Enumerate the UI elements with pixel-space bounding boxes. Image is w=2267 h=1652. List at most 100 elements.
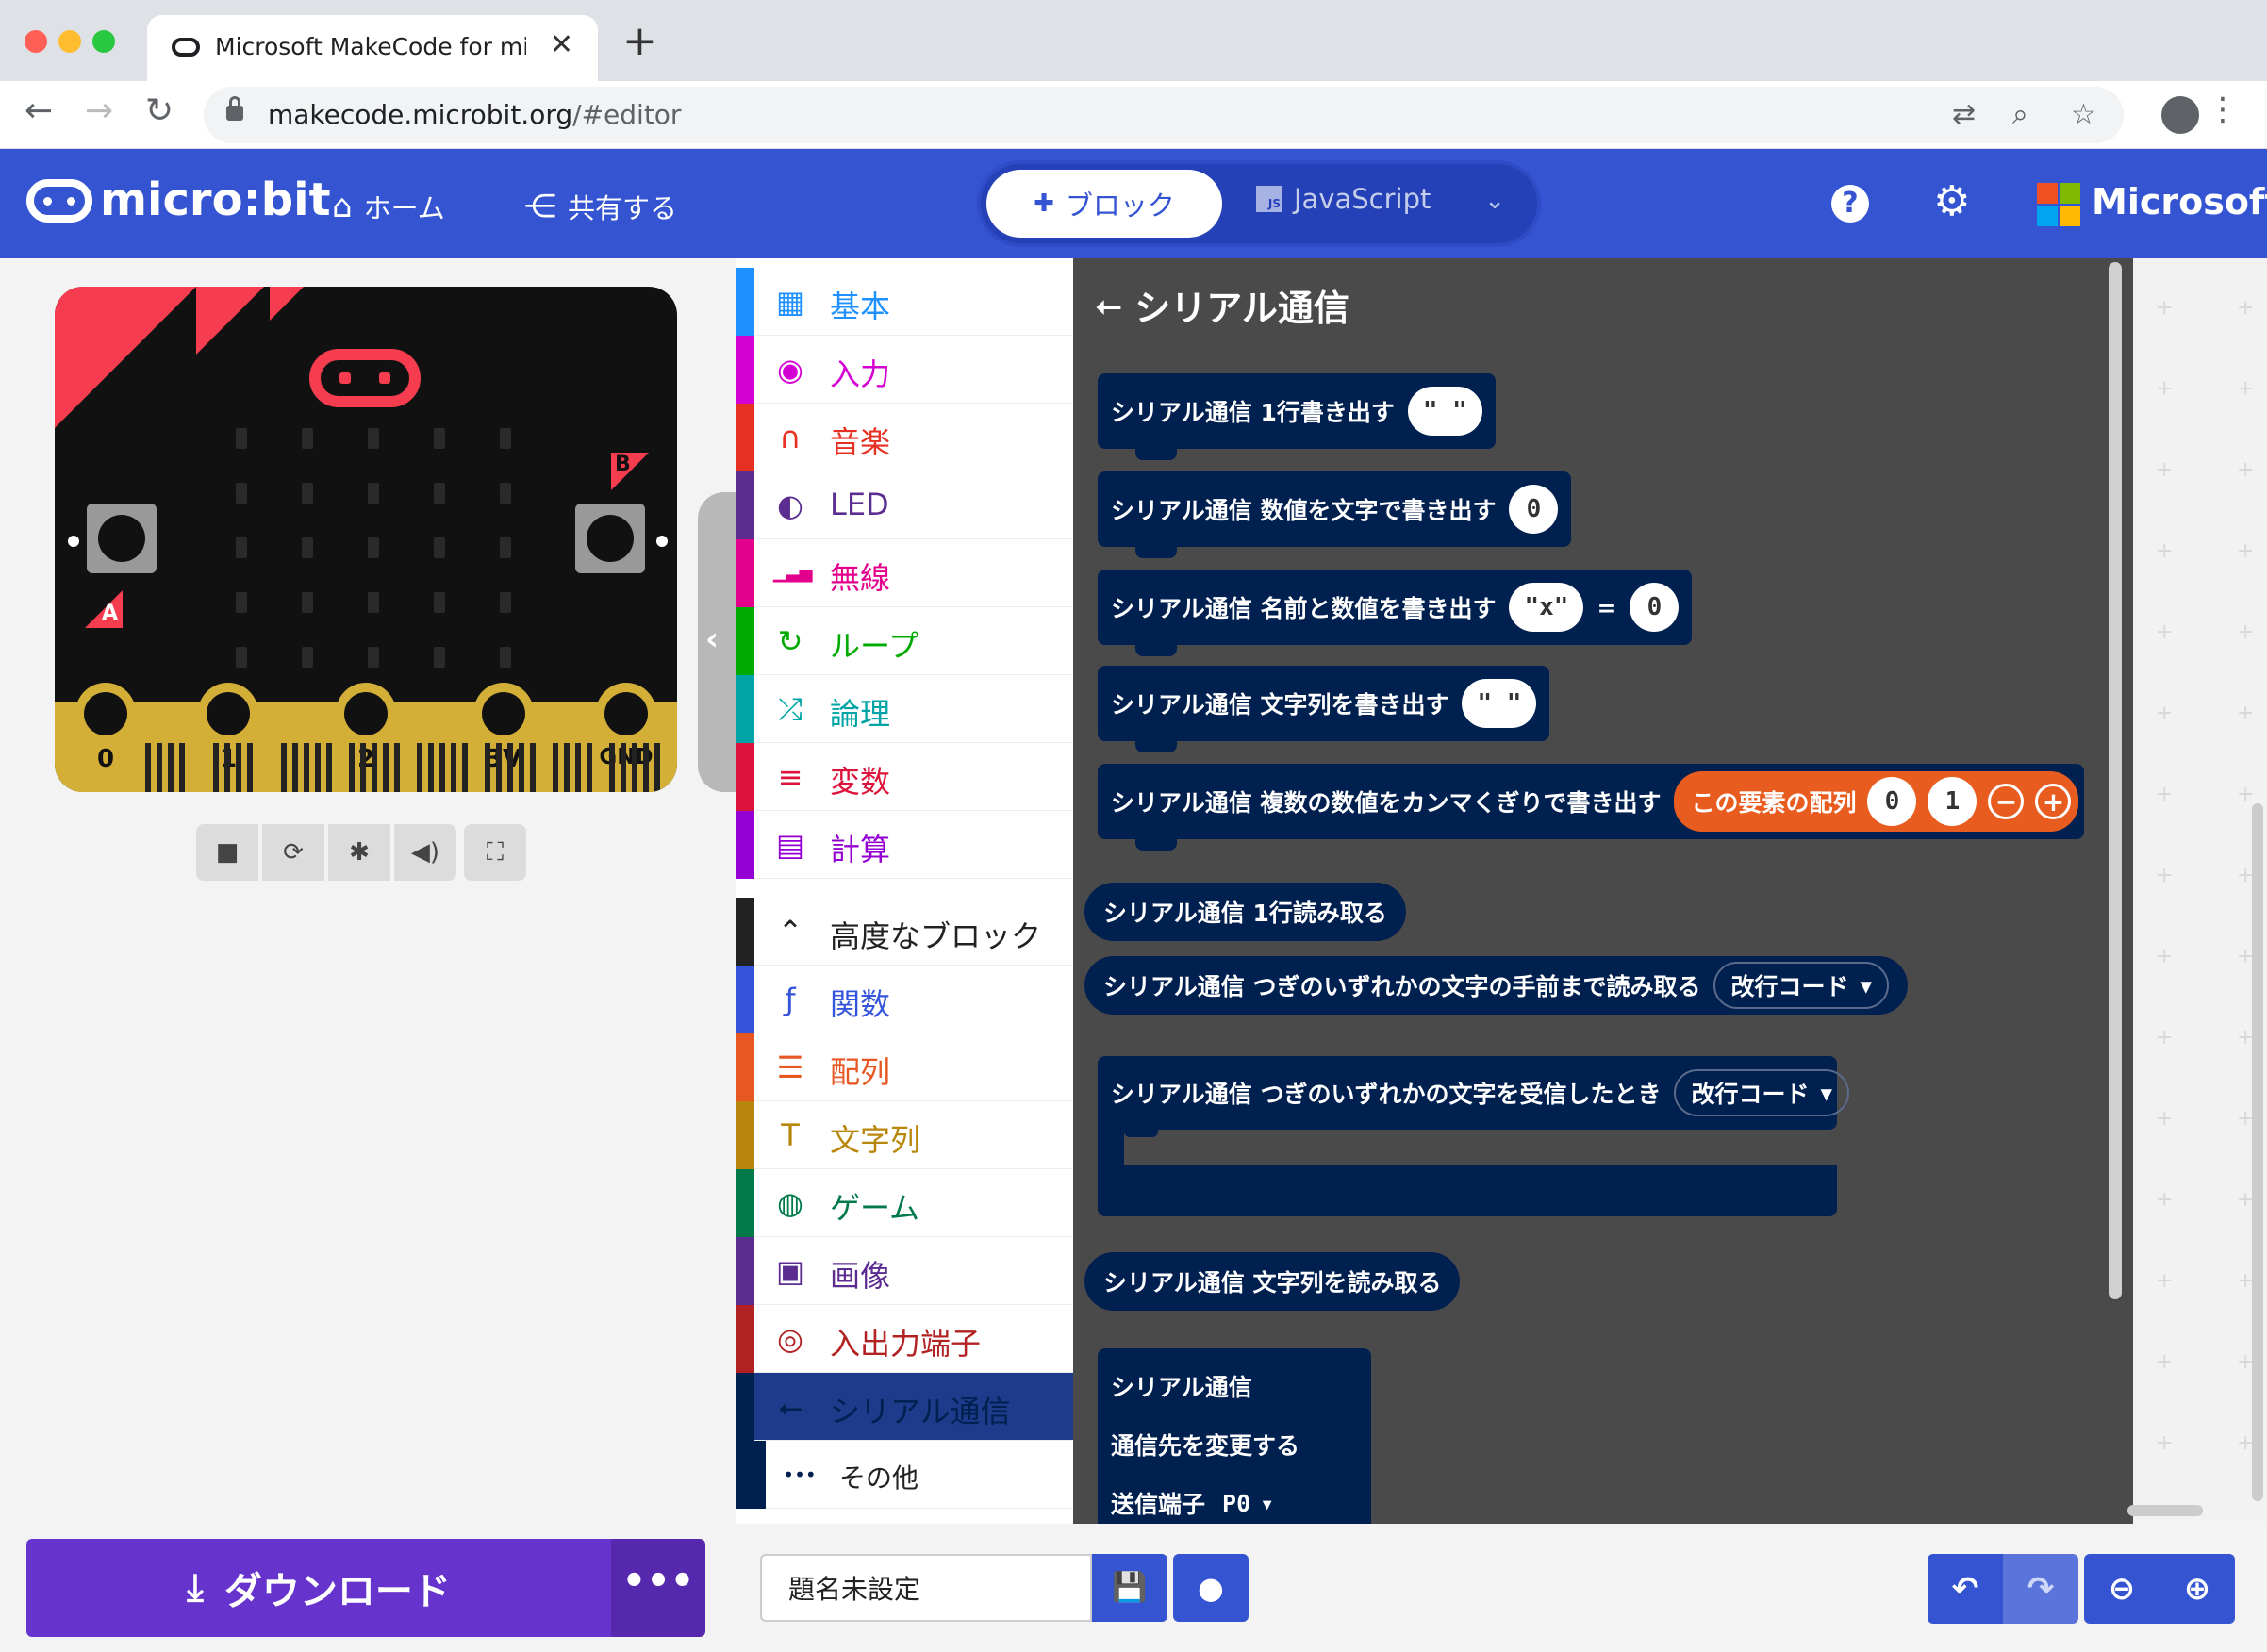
block-serial-write-line[interactable]: シリアル通信 1行書き出す " ": [1098, 373, 1496, 460]
category-label: 入出力端子: [830, 1326, 982, 1362]
home-button[interactable]: ⌂ ホーム: [332, 187, 445, 226]
zoom-in-icon[interactable]: ⊕: [2159, 1554, 2235, 1624]
block-serial-write-value[interactable]: シリアル通信 名前と数値を書き出す "x" = 0: [1098, 570, 1693, 656]
block-serial-write-string[interactable]: シリアル通信 文字列を書き出す " ": [1098, 666, 1550, 752]
category-headphones[interactable]: ∩ 音楽: [736, 404, 1073, 471]
close-tab-icon[interactable]: ✕: [550, 28, 573, 61]
undo-icon[interactable]: ↶: [1928, 1554, 2003, 1624]
category-list[interactable]: ☰ 配列: [736, 1033, 1073, 1101]
board-logo-icon[interactable]: [309, 349, 421, 407]
share-button[interactable]: ⋲ 共有する: [524, 187, 677, 226]
project-name-input[interactable]: [760, 1554, 1092, 1622]
caret-down-icon: ▾: [1260, 1489, 1275, 1517]
pin-3v[interactable]: 3V: [473, 683, 534, 792]
close-window-button[interactable]: [25, 30, 47, 53]
category-image[interactable]: ▣ 画像: [736, 1237, 1073, 1305]
category-label: 高度なブロック: [830, 918, 1042, 954]
block-serial-write-number[interactable]: シリアル通信 数値を文字で書き出す 0: [1098, 471, 1572, 558]
category-text[interactable]: T 文字列: [736, 1101, 1073, 1169]
category-signal[interactable]: ▁▃▅ 無線: [736, 539, 1073, 607]
block-serial-read-until[interactable]: シリアル通信 つぎのいずれかの文字の手前まで読み取る 改行コード ▾: [1084, 956, 1909, 1015]
bookmark-star-icon[interactable]: ☆: [2071, 98, 2096, 131]
forward-arrow-icon[interactable]: →: [85, 94, 113, 128]
maximize-window-button[interactable]: [92, 30, 115, 53]
string-slot[interactable]: " ": [1407, 387, 1482, 436]
number-slot[interactable]: 0: [1509, 485, 1559, 534]
category-shuffle[interactable]: ⤮ 論理: [736, 675, 1073, 743]
gear-icon[interactable]: ⚙: [1933, 177, 1970, 225]
github-icon[interactable]: ●: [1173, 1554, 1249, 1622]
category-chevron-up[interactable]: ⌃ 高度なブロック: [736, 898, 1073, 966]
category-usb[interactable]: ⭠ シリアル通信: [736, 1373, 1073, 1441]
save-icon[interactable]: 💾: [1092, 1554, 1167, 1622]
array-block[interactable]: この要素の配列 0 1 − +: [1674, 771, 2079, 832]
microsoft-logo-square: [2060, 206, 2080, 226]
zoom-icon[interactable]: ⌕: [2012, 98, 2028, 131]
edge-connector-strip: [213, 743, 219, 792]
new-tab-button[interactable]: +: [622, 21, 657, 62]
category-input[interactable]: ◉ 入力: [736, 336, 1073, 404]
translate-icon[interactable]: ⇄: [1952, 98, 1976, 131]
category-more[interactable]: ••• その他: [736, 1441, 1073, 1509]
block-serial-write-numbers[interactable]: シリアル通信 複数の数値をカンマくぎりで書き出す この要素の配列 0 1 − +: [1098, 764, 2085, 851]
plus-circle-icon[interactable]: +: [2035, 784, 2072, 819]
category-toggle[interactable]: ◐ LED: [736, 471, 1073, 539]
tx-pin-dropdown[interactable]: P0 ▾: [1222, 1490, 1274, 1517]
button-a[interactable]: [87, 504, 157, 573]
minimize-window-button[interactable]: [58, 30, 81, 53]
name-slot[interactable]: "x": [1509, 583, 1584, 632]
microsoft-label[interactable]: Microsoft: [2092, 181, 2267, 223]
restart-icon[interactable]: ⟳: [262, 824, 324, 881]
block-serial-read-line[interactable]: シリアル通信 1行読み取る: [1084, 883, 1406, 941]
string-slot[interactable]: " ": [1462, 679, 1537, 728]
mute-icon[interactable]: ◀): [394, 824, 456, 881]
javascript-tab[interactable]: JS JavaScript: [1256, 183, 1431, 215]
browser-tab[interactable]: Microsoft MakeCode for micro:bit ✕: [147, 15, 598, 81]
debug-icon[interactable]: ✱: [328, 824, 390, 881]
address-bar[interactable]: makecode.microbit.org/#editor ⇄ ⌕ ☆: [204, 87, 2124, 143]
minus-circle-icon[interactable]: −: [1988, 784, 2025, 819]
redo-icon[interactable]: ↷: [2003, 1554, 2078, 1624]
stop-icon[interactable]: ■: [196, 824, 258, 881]
category-gamepad[interactable]: ◍ ゲーム: [736, 1169, 1073, 1237]
zoom-out-icon[interactable]: ⊖: [2084, 1554, 2159, 1624]
delimiter-dropdown[interactable]: 改行コード ▾: [1674, 1069, 1850, 1116]
category-calculator[interactable]: ▤ 計算: [736, 811, 1073, 879]
block-serial-redirect[interactable]: シリアル通信 通信先を変更する 送信端子 P0 ▾: [1098, 1348, 1371, 1537]
brand-name[interactable]: micro:bit: [100, 173, 331, 226]
download-more-button[interactable]: •••: [611, 1539, 705, 1637]
collapse-simulator-button[interactable]: ‹: [698, 492, 736, 792]
array-item-slot[interactable]: 0: [1867, 777, 1917, 826]
block-serial-on-data-received[interactable]: シリアル通信 つぎのいずれかの文字を受信したとき 改行コード ▾: [1098, 1056, 1850, 1130]
workspace-scrollbar[interactable]: [2252, 803, 2263, 1501]
delimiter-dropdown[interactable]: 改行コード ▾: [1713, 962, 1890, 1009]
array-item-slot[interactable]: 1: [1928, 777, 1977, 826]
value-slot[interactable]: 0: [1630, 583, 1680, 632]
blocks-tab[interactable]: ✚ ブロック: [986, 170, 1222, 238]
category-color-bar: [736, 607, 754, 675]
led: [434, 537, 445, 558]
back-arrow-icon[interactable]: ←: [25, 94, 53, 128]
microsoft-logo-icon[interactable]: [2037, 183, 2080, 226]
category-grid[interactable]: ▦ 基本: [736, 268, 1073, 336]
category-color-bar: [736, 966, 754, 1033]
button-b[interactable]: [575, 504, 645, 573]
browser-menu-icon[interactable]: ⋮: [2207, 91, 2239, 128]
microbit-logo-icon[interactable]: [26, 179, 92, 223]
category-loop[interactable]: ↻ ループ: [736, 607, 1073, 675]
fullscreen-icon[interactable]: ⛶: [464, 824, 526, 881]
workspace-canvas[interactable]: + + + + + + + + + + + + + + + + + + + + + + + + + + + + + +: [2133, 258, 2267, 1524]
led: [236, 483, 247, 504]
profile-avatar-icon[interactable]: [2161, 96, 2199, 134]
chevron-down-icon[interactable]: ⌄: [1484, 187, 1505, 215]
block-serial-read-string[interactable]: シリアル通信 文字列を読み取る: [1084, 1252, 1461, 1311]
reload-icon[interactable]: ↻: [145, 94, 174, 128]
category-lines[interactable]: ≡ 変数: [736, 743, 1073, 811]
flyout-scrollbar[interactable]: [2109, 262, 2122, 1299]
category-function[interactable]: ƒ 関数: [736, 966, 1073, 1033]
pin-0[interactable]: 0: [75, 683, 136, 792]
download-button[interactable]: ⤓ ダウンロード: [26, 1539, 611, 1637]
workspace-horizontal-scrollbar[interactable]: [2127, 1505, 2203, 1516]
help-icon[interactable]: ?: [1831, 185, 1869, 223]
category-target[interactable]: ◎ 入出力端子: [736, 1305, 1073, 1373]
